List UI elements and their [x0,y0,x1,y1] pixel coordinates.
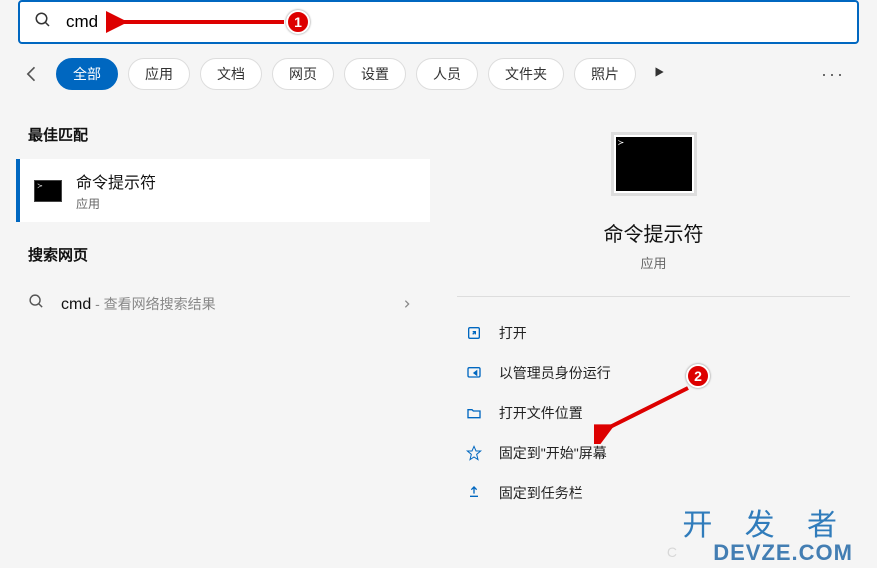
best-match-subtitle: 应用 [76,195,156,212]
action-label: 打开文件位置 [499,403,583,423]
filter-folders[interactable]: 文件夹 [488,58,564,90]
action-label: 打开 [499,323,527,343]
filter-docs[interactable]: 文档 [200,58,262,90]
divider [457,296,850,297]
cmd-icon [34,180,62,202]
filter-row: 全部 应用 文档 网页 设置 人员 文件夹 照片 ··· [0,44,877,102]
search-icon [28,293,45,315]
back-button[interactable] [18,64,46,84]
search-icon [34,11,52,34]
results-pane: 最佳匹配 命令提示符 应用 搜索网页 cmd - 查看网络搜索结果 [0,102,430,560]
pin-icon [463,445,485,461]
action-label: 固定到"开始"屏幕 [499,443,607,463]
best-match-header: 最佳匹配 [28,124,430,145]
web-search-item[interactable]: cmd - 查看网络搜索结果 [18,279,430,329]
pin-icon [463,485,485,501]
app-subtitle: 应用 [640,253,666,272]
filter-all[interactable]: 全部 [56,58,118,90]
best-match-text: 命令提示符 应用 [76,169,156,212]
action-pin-start[interactable]: 固定到"开始"屏幕 [457,433,850,473]
app-title: 命令提示符 [604,218,704,247]
best-match-item[interactable]: 命令提示符 应用 [16,159,430,222]
web-header: 搜索网页 [28,244,430,265]
web-term: cmd [61,296,91,313]
admin-icon [463,365,485,381]
filter-apps[interactable]: 应用 [128,58,190,90]
action-open[interactable]: 打开 [457,313,850,353]
app-thumbnail [611,132,697,196]
action-label: 固定到任务栏 [499,483,583,503]
search-bar[interactable] [18,0,859,44]
search-input[interactable] [66,12,843,32]
filter-photos[interactable]: 照片 [574,58,636,90]
action-list: 打开 以管理员身份运行 打开文件位置 固定到"开始"屏幕 固定到任务栏 [457,313,850,513]
chevron-right-icon [402,297,412,312]
filter-settings[interactable]: 设置 [344,58,406,90]
more-filters-button[interactable] [652,65,666,84]
filter-people[interactable]: 人员 [416,58,478,90]
action-label: 以管理员身份运行 [499,363,611,383]
open-icon [463,325,485,341]
action-open-location[interactable]: 打开文件位置 [457,393,850,433]
best-match-title: 命令提示符 [76,169,156,193]
filter-web[interactable]: 网页 [272,58,334,90]
overflow-menu[interactable]: ··· [821,64,859,85]
action-run-admin[interactable]: 以管理员身份运行 [457,353,850,393]
web-desc: - 查看网络搜索结果 [91,296,215,312]
detail-pane: 命令提示符 应用 打开 以管理员身份运行 打开文件位置 固定到"开始"屏幕 [430,102,877,560]
content-area: 最佳匹配 命令提示符 应用 搜索网页 cmd - 查看网络搜索结果 [0,102,877,560]
folder-icon [463,405,485,421]
action-pin-taskbar[interactable]: 固定到任务栏 [457,473,850,513]
